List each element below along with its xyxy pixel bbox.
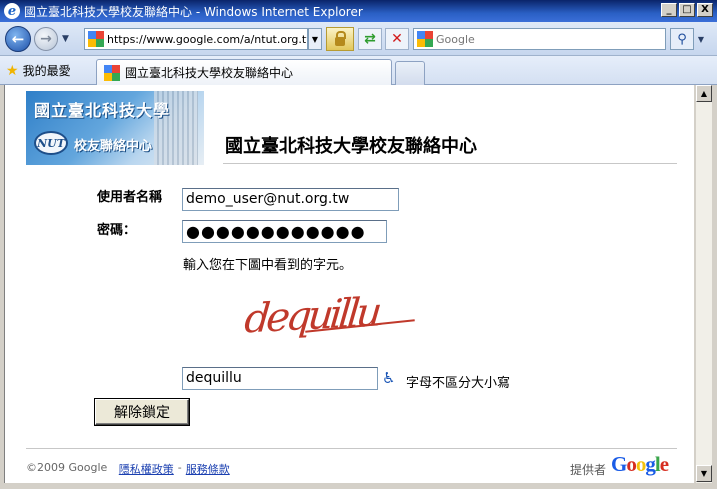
window-titlebar: e 國立臺北科技大學校友聯絡中心 - Windows Internet Expl… (0, 0, 717, 22)
security-lock-icon[interactable] (326, 27, 354, 51)
forward-arrow-icon[interactable]: → (34, 27, 58, 51)
google-logo: Google (611, 452, 669, 476)
username-label: 使用者名稱 (97, 190, 163, 205)
search-options-dropdown-icon[interactable]: ▼ (695, 28, 707, 50)
minimize-button[interactable]: _ (661, 3, 677, 17)
window-controls: _ □ X (661, 3, 713, 17)
vertical-scrollbar[interactable]: ▲ ▼ (695, 85, 712, 483)
window-frame-right (712, 85, 717, 489)
footer-separator: - (177, 461, 182, 474)
stop-icon[interactable]: ✕ (385, 28, 409, 50)
accessibility-icon[interactable]: ♿ (382, 369, 398, 387)
maximize-button[interactable]: □ (679, 3, 695, 17)
ie-logo-icon: e (4, 3, 20, 19)
favorites-button[interactable]: ★ 我的最愛 (6, 62, 71, 79)
footer: ©2009 Google 隱私權政策 - 服務條款 (26, 461, 230, 477)
footer-divider (26, 448, 677, 449)
privacy-policy-link[interactable]: 隱私權政策 (119, 461, 174, 477)
new-tab-button[interactable] (395, 61, 425, 85)
address-bar[interactable]: https://www.google.com/a/ntut.org.tw/Unk (84, 28, 308, 50)
password-field[interactable]: ●●●●●●●●●●●● (182, 220, 387, 243)
tab-google-favicon-icon (104, 64, 120, 81)
university-seal-icon: NUT (34, 131, 68, 155)
google-favicon-icon (88, 31, 104, 47)
close-button[interactable]: X (697, 3, 713, 17)
scroll-down-arrow-icon[interactable]: ▼ (696, 465, 712, 482)
username-field[interactable]: demo_user@nut.org.tw (182, 188, 399, 211)
tab-active[interactable]: 國立臺北科技大學校友聯絡中心 (96, 59, 392, 85)
window-title: 國立臺北科技大學校友聯絡中心 - Windows Internet Explor… (24, 4, 363, 19)
tabs-row: ★ 我的最愛 國立臺北科技大學校友聯絡中心 (0, 56, 717, 85)
heading-divider (223, 163, 677, 164)
search-magnifier-icon[interactable]: ⚲ (670, 28, 694, 50)
captcha-input[interactable]: dequillu (182, 367, 378, 390)
navigation-bar: ← → ▼ https://www.google.com/a/ntut.org.… (0, 22, 717, 56)
back-arrow-icon[interactable]: ← (5, 26, 31, 52)
refresh-icon[interactable]: ⇄ (358, 28, 382, 50)
favorites-label: 我的最愛 (22, 64, 71, 78)
page-title: 國立臺北科技大學校友聯絡中心 (225, 136, 477, 157)
banner-image: 國立臺北科技大學 NUT 校友聯絡中心 (26, 91, 204, 165)
provided-by-label: 提供者 (570, 463, 607, 477)
tab-label: 國立臺北科技大學校友聯絡中心 (125, 66, 294, 80)
terms-of-service-link[interactable]: 服務條款 (186, 461, 230, 477)
favorites-star-icon: ★ (6, 62, 19, 79)
banner-subtitle: 校友聯絡中心 (74, 139, 153, 154)
search-box[interactable] (413, 28, 666, 50)
password-label: 密碼： (97, 223, 137, 238)
captcha-hint: 輸入您在下圖中看到的字元。 (183, 258, 353, 273)
history-dropdown-icon[interactable]: ▼ (62, 34, 69, 44)
page-content: 國立臺北科技大學 NUT 校友聯絡中心 國立臺北科技大學校友聯絡中心 使用者名稱… (4, 85, 694, 483)
search-input[interactable] (436, 32, 656, 46)
search-provider-icon (417, 31, 433, 47)
window-frame-bottom (0, 483, 717, 489)
captcha-word: dequillu (242, 289, 381, 343)
copyright-text: ©2009 Google (26, 461, 108, 474)
banner-title: 國立臺北科技大學 (34, 101, 171, 120)
unlock-button[interactable]: 解除鎖定 (95, 399, 189, 425)
address-dropdown-icon[interactable]: ▼ (308, 28, 322, 50)
scroll-up-arrow-icon[interactable]: ▲ (696, 85, 712, 102)
case-insensitive-note: 字母不區分大小寫 (406, 376, 511, 391)
address-url[interactable]: https://www.google.com/a/ntut.org.tw/Unk (107, 33, 307, 46)
